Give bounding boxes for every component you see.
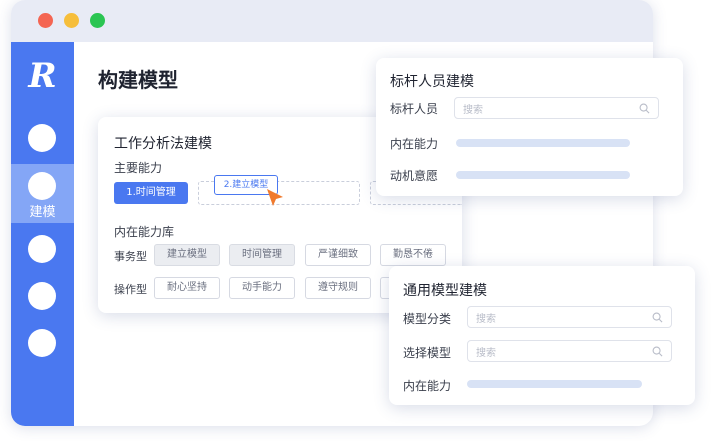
field-label: 模型分类 [403, 312, 452, 326]
sidebar-item-5[interactable] [28, 329, 56, 357]
field-label: 内在能力 [403, 379, 452, 393]
row-label: 事务型 [114, 250, 147, 263]
sidebar-item-modeling-icon [28, 172, 56, 200]
field-label: 内在能力 [390, 137, 439, 151]
selected-ability-chip[interactable]: 1.时间管理 [114, 182, 188, 204]
sidebar-item-label: 建模 [29, 205, 56, 220]
library-label: 内在能力库 [114, 225, 175, 239]
search-placeholder: 搜索 [463, 105, 483, 116]
sidebar-item-modeling[interactable]: 建模 [11, 164, 74, 223]
field-label: 动机意愿 [390, 169, 439, 183]
ability-chip[interactable]: 严谨细致 [305, 244, 371, 266]
card-title: 标杆人员建模 [390, 74, 474, 90]
search-placeholder: 搜索 [476, 348, 496, 359]
sidebar-item-1[interactable] [28, 124, 56, 152]
sidebar-item-4[interactable] [28, 282, 56, 310]
ability-bar [456, 139, 630, 147]
sidebar-item-3[interactable] [28, 235, 56, 263]
card-title: 通用模型建模 [403, 283, 487, 299]
ability-chip[interactable]: 耐心坚持 [154, 277, 220, 299]
ability-chip[interactable]: 建立模型 [154, 244, 220, 266]
minimize-window-button[interactable] [64, 13, 79, 28]
motivation-bar [456, 171, 630, 179]
model-select-search-input[interactable]: 搜索 [467, 340, 672, 362]
maximize-window-button[interactable] [90, 13, 105, 28]
card-title: 工作分析法建模 [114, 136, 212, 152]
ability-chip[interactable]: 遵守规则 [305, 277, 371, 299]
search-icon [639, 103, 650, 114]
search-placeholder: 搜索 [476, 314, 496, 325]
ability-bar [467, 380, 642, 388]
benchmark-card: 标杆人员建模 标杆人员 搜索 内在能力 动机意愿 [376, 58, 683, 196]
title-bar [11, 0, 653, 42]
general-model-card: 通用模型建模 模型分类 搜索 选择模型 搜索 内在能力 [389, 266, 695, 405]
field-label: 标杆人员 [390, 102, 439, 116]
search-icon [652, 312, 663, 323]
app-logo: R [28, 56, 57, 96]
ability-chip[interactable]: 时间管理 [229, 244, 295, 266]
benchmark-search-input[interactable]: 搜索 [454, 97, 659, 119]
search-icon [652, 346, 663, 357]
sidebar: R 建模 [11, 42, 74, 426]
field-label: 选择模型 [403, 346, 452, 360]
close-window-button[interactable] [38, 13, 53, 28]
ability-chip[interactable]: 勤恳不倦 [380, 244, 446, 266]
cursor-arrow-icon [267, 189, 283, 206]
page-title: 构建模型 [98, 68, 178, 92]
model-category-search-input[interactable]: 搜索 [467, 306, 672, 328]
row-label: 操作型 [114, 283, 147, 296]
main-ability-label: 主要能力 [114, 161, 163, 175]
ability-chip[interactable]: 动手能力 [229, 277, 295, 299]
